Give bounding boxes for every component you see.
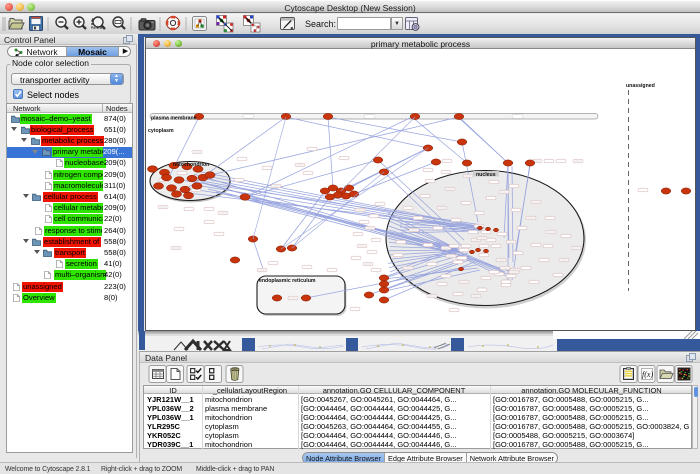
svg-text:cytoplasm: cytoplasm bbox=[148, 128, 174, 134]
svg-text:nucleus: nucleus bbox=[476, 172, 496, 178]
svg-text:endoplasmic reticulum: endoplasmic reticulum bbox=[259, 278, 316, 284]
svg-text:unassigned: unassigned bbox=[626, 83, 655, 89]
svg-text:f(x): f(x) bbox=[642, 370, 653, 379]
svg-text:plasma membrane: plasma membrane bbox=[151, 116, 197, 122]
svg-text:mitochondrion: mitochondrion bbox=[173, 162, 209, 168]
